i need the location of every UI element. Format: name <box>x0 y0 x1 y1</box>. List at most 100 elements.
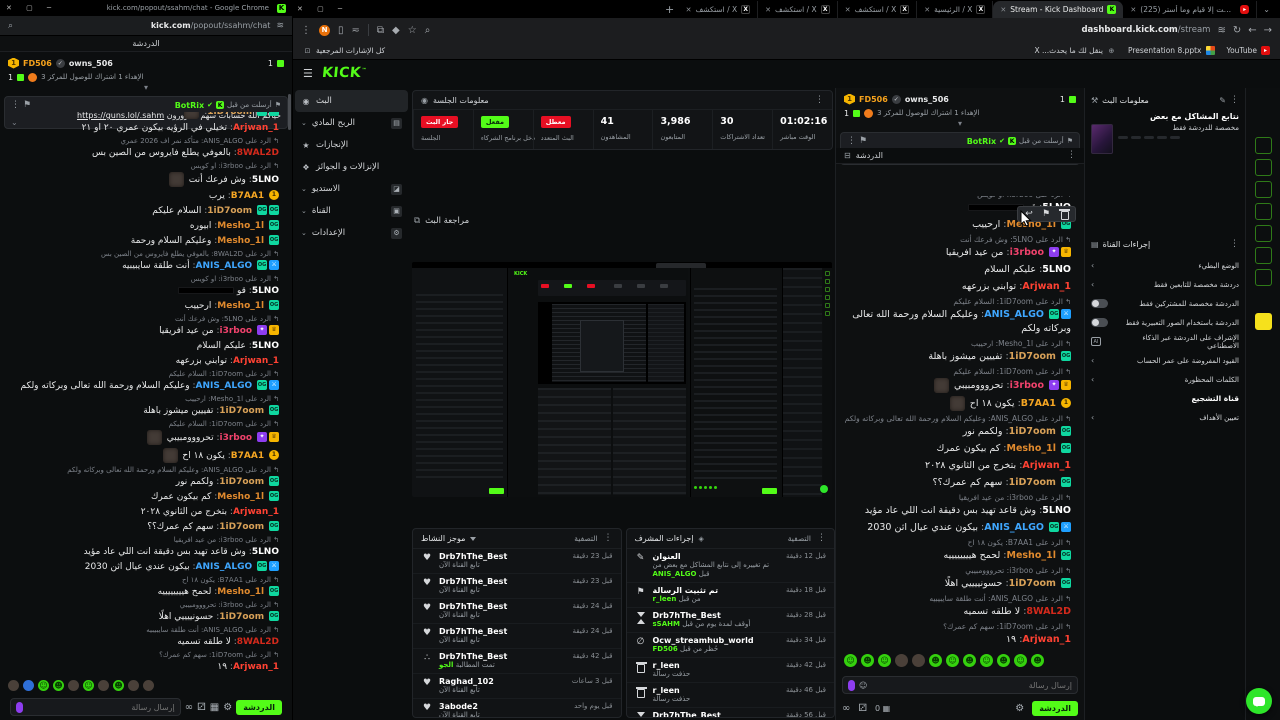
mod-action-actor[interactable]: FD506 <box>653 645 678 653</box>
chat-message[interactable]: OGOG 1iD7oom: <box>8 112 279 120</box>
chat-username[interactable]: 8WAL2D <box>237 637 279 647</box>
rail-icon-button[interactable] <box>1255 93 1272 110</box>
chat-username[interactable]: Arjwan_1 <box>233 507 279 517</box>
mod-action-target[interactable]: تم تثبيت الرسالة <box>653 586 780 595</box>
clipboard-icon[interactable]: ⧉ <box>377 25 384 36</box>
gif-icon[interactable]: ∞ <box>185 702 193 713</box>
page-url[interactable]: dashboard.kick.com/stream <box>1081 25 1210 35</box>
chat-username[interactable]: B7AA1 <box>231 191 264 201</box>
emote-icon[interactable]: ☻ <box>53 679 64 691</box>
chat-message[interactable]: OG Mesho_1l: ارحييب <box>8 298 279 313</box>
category-thumbnail[interactable] <box>1091 124 1113 154</box>
mod-actions-menu-icon[interactable]: ⋮ <box>817 534 826 543</box>
chat-username[interactable]: Arjwan_1 <box>1022 460 1071 471</box>
rail-icon-button[interactable] <box>1254 313 1272 330</box>
pin-toggle-icon[interactable]: ⚑ <box>859 136 867 146</box>
chat-message[interactable]: الرد على 1iD7oom: سهم كم عمرك؟ Arjwan_1:… <box>844 620 1071 648</box>
stream-tag[interactable] <box>1157 136 1167 139</box>
leaderboard-collapse-chevron[interactable]: ▾ <box>8 84 284 94</box>
chat-message[interactable]: Arjwan_1: توابني بزرعهه <box>8 353 279 368</box>
activity-row[interactable]: Drb7hThe_Best تابع القناة الآن قبل 23 دق… <box>413 549 621 574</box>
activity-row[interactable]: Drb7hThe_Best تابع القناة الآن قبل 23 دق… <box>413 574 621 599</box>
mod-action-row[interactable]: Drb7hThe_Best أوقف لمدة يوم من قبل sSAHM… <box>626 608 834 633</box>
chat-username[interactable]: Mesho_1l <box>217 301 264 311</box>
chat-username[interactable]: B7AA1 <box>1021 398 1056 409</box>
bot-name[interactable]: BotRix <box>967 137 996 146</box>
popout-scrollbar[interactable] <box>288 94 291 130</box>
reload-icon[interactable]: ↻ <box>1233 25 1241 36</box>
chat-username[interactable]: 8WAL2D <box>1026 606 1071 617</box>
stream-tag[interactable] <box>1170 136 1180 139</box>
chat-message[interactable]: 1 B7AA1: يرب <box>8 188 279 203</box>
chat-username[interactable]: B7AA1 <box>231 451 264 461</box>
chat-username[interactable]: 1iD7oom <box>207 112 252 117</box>
chat-username[interactable]: 1iD7oom <box>219 522 264 532</box>
stream-preview[interactable]: KICK <box>412 262 832 497</box>
mod-action-target[interactable]: r_leen <box>653 661 780 670</box>
chat-username[interactable]: 1iD7oom <box>219 477 264 487</box>
activity-row[interactable]: 3abode2 تابع القناة الآن قبل يوم واحد <box>413 699 621 717</box>
chat-username[interactable]: 1iD7oom <box>207 206 252 216</box>
chat-message[interactable]: الرد على Mesho_1l: ارحييب OG 1iD7oom: تف… <box>844 337 1071 365</box>
session-menu-icon[interactable]: ⋮ <box>815 95 824 105</box>
chat-username[interactable]: Arjwan_1 <box>1022 634 1071 645</box>
emote-icon[interactable]: ☻ <box>861 653 874 667</box>
chat-message[interactable]: الرد على 5LNO: وش فرعك أنت ♛✦ i3rboo: من… <box>844 233 1071 261</box>
stream-tag[interactable] <box>1118 136 1128 139</box>
emote-icon[interactable] <box>98 679 109 691</box>
bookmark-star-icon[interactable]: ☆ <box>408 25 417 36</box>
sidebar-item[interactable]: ⌄ الإعدادات <box>295 222 408 244</box>
emote-icon[interactable]: ☺ <box>38 679 49 691</box>
tab-close-icon[interactable]: ✕ <box>845 6 851 14</box>
delete-message-icon[interactable] <box>1058 209 1070 220</box>
channel-action-item[interactable]: الكلمات المحظورة › <box>1091 370 1239 389</box>
chat-settings-icon[interactable]: ⚙ <box>1015 703 1024 714</box>
emote-icon[interactable] <box>143 679 154 691</box>
stream-info-menu-icon[interactable]: ⋮ <box>1230 95 1239 105</box>
chat-message[interactable]: OGOG 1iD7oom: السلام عليكم <box>8 203 279 218</box>
browser-tab[interactable]: ✕ استكشف / X <box>679 1 759 18</box>
leaderboard-user-1[interactable]: FD506 <box>23 59 52 68</box>
chat-username[interactable]: 5LNO <box>1042 505 1071 516</box>
mod-action-row[interactable]: Drb7hThe_Best أوقف لمدة 10 دقائق من قبل … <box>627 708 835 717</box>
channel-action-item[interactable]: الوضع البطيء › <box>1091 256 1239 275</box>
channel-action-item[interactable]: تعيين الأهداف › <box>1091 408 1239 427</box>
translate-icon[interactable]: ≂ <box>352 25 360 36</box>
emote-icon[interactable]: ☻ <box>997 653 1010 667</box>
chat-username[interactable]: ANIS_ALGO <box>984 309 1044 320</box>
message-inputbox[interactable]: ☺ <box>842 676 1078 694</box>
chat-message[interactable]: الرد على ANIS_ALGO: أنت طلقة سايبيبيه 8W… <box>8 624 279 649</box>
chat-message[interactable]: الرد على B7AA1: يكون ١٨ اح OG Mesho_1l: … <box>8 574 279 599</box>
emote-icon[interactable]: ☺ <box>83 679 94 691</box>
rail-icon-button[interactable] <box>1254 203 1272 220</box>
chat-message[interactable]: 5LNO: عليكم السلام <box>8 338 279 353</box>
channel-action-item[interactable]: دردشة مخصصة للتابعين فقط › <box>1091 275 1239 294</box>
rail-icon-button[interactable] <box>1255 291 1272 308</box>
browser-tab[interactable]: ✕ استكشف / X <box>758 1 838 18</box>
emote-icon[interactable] <box>68 679 79 691</box>
chat-message[interactable]: OG Mesho_1l: كم بيكون عمرك <box>844 440 1071 457</box>
dice-icon[interactable]: ⚂ <box>197 702 206 713</box>
search-icon[interactable]: ⌕ <box>425 25 431 36</box>
activity-user[interactable]: Drb7hThe_Best <box>439 602 566 611</box>
browser-tab[interactable]: ✕ (225) ما جلست إلا قيام وما أستر... <box>1123 1 1258 18</box>
rail-icon-button[interactable] <box>1254 159 1272 176</box>
popout-urlbar[interactable]: ⌕ kick.com/popout/ssahm/chat ≋ <box>0 16 292 36</box>
tab-close-icon[interactable]: ✕ <box>686 6 692 14</box>
reply-icon[interactable]: ↩ <box>1024 209 1034 219</box>
mod-action-target[interactable]: r_leen <box>653 686 780 695</box>
emoji-picker-icon[interactable]: ☺ <box>859 681 867 690</box>
leaderboard-collapse-chevron[interactable]: ▾ <box>844 120 1076 130</box>
popout-url[interactable]: kick.com/popout/ssahm/chat <box>151 21 271 30</box>
channel-action-item[interactable]: الدردشة باستخدام الصور التعبيرية فقط <box>1091 313 1239 332</box>
chat-username[interactable]: 5LNO <box>1042 264 1071 275</box>
activity-user[interactable]: Drb7hThe_Best <box>439 577 566 586</box>
recent-emotes-row[interactable]: ☺ ☻ ☺ ☻ ☺ ☻ ☺ ☻ ☺ ☻ <box>836 652 1084 668</box>
chat-message[interactable]: الرد على i3rboo: تحرووومبيبي OG 1iD7oom:… <box>8 599 279 624</box>
chat-message[interactable]: الرد على Mesho_1l: ارحييب OG 1iD7oom: تف… <box>8 393 279 418</box>
activity-user[interactable]: Raghad_102 <box>439 677 566 686</box>
mic-icon[interactable] <box>16 701 23 713</box>
activity-menu-icon[interactable]: ⋮ <box>604 534 613 543</box>
chat-username[interactable]: 5LNO <box>252 547 279 557</box>
filter-funnel-icon[interactable] <box>470 536 477 541</box>
